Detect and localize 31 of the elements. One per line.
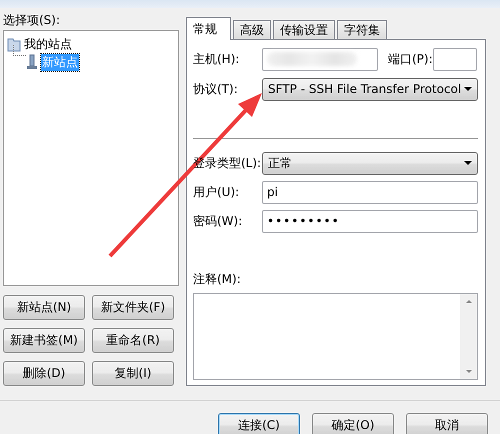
tree-label: 选择项(S): <box>3 12 62 29</box>
host-field[interactable] <box>262 48 378 70</box>
tree-action-button[interactable]: 新文件夹(F) <box>92 295 174 320</box>
scrollbar[interactable] <box>460 294 477 379</box>
tree-action-button[interactable]: 重命名(R) <box>92 328 174 353</box>
field-label: 协议(T): <box>193 80 239 98</box>
tree-item[interactable]: 我的站点 <box>24 36 72 52</box>
port-field[interactable] <box>433 48 477 70</box>
tab[interactable]: 高级 <box>233 20 271 39</box>
tree-action-button[interactable]: 新站点(N) <box>3 295 85 320</box>
dialog-button[interactable]: 取消 <box>406 413 488 434</box>
tab[interactable]: 常规 <box>186 17 231 40</box>
protocol-dropdown[interactable]: SFTP - SSH File Transfer Protocol <box>262 78 478 100</box>
password-field[interactable]: ••••••••• <box>262 210 478 232</box>
field-label: 用户(U): <box>193 184 240 200</box>
tab[interactable]: 字符集 <box>337 20 387 39</box>
field-label: 端口(P): <box>388 50 433 68</box>
computer-icon <box>26 54 38 70</box>
logon-type-dropdown[interactable]: 正常 <box>262 152 478 174</box>
dialog-button[interactable]: 确定(O) <box>312 413 394 434</box>
tree-action-button[interactable]: 删除(D) <box>3 361 85 386</box>
tree-action-button[interactable]: 新建书签(M) <box>3 328 85 353</box>
folder-icon <box>7 36 21 52</box>
comments-field[interactable] <box>193 293 478 380</box>
field-label: 主机(H): <box>193 50 240 68</box>
tree-action-button[interactable]: 复制(I) <box>92 361 174 386</box>
user-field[interactable]: pi <box>262 180 478 204</box>
field-label: 密码(W): <box>193 212 244 230</box>
tab[interactable]: 传输设置 <box>273 20 335 39</box>
dialog-button[interactable]: 连接(C) <box>218 413 300 434</box>
field-label: 注释(M): <box>193 271 241 288</box>
